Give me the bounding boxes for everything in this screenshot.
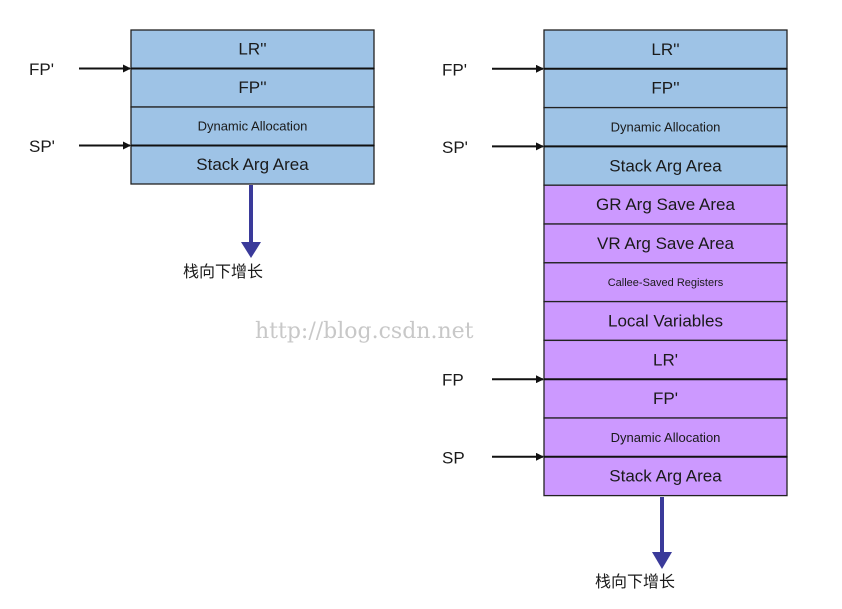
left-stack-cell-label: FP'': [238, 78, 266, 97]
right-stack-cell-label: Callee-Saved Registers: [608, 277, 724, 289]
right-stack-cell-label: FP': [653, 389, 678, 408]
left-growth-label: 栈向下增长: [183, 262, 263, 281]
right-stack-cell-label: Local Variables: [608, 311, 723, 330]
left-stack: LR'' FP'' Dynamic Allocation Stack Arg Area…: [29, 29, 375, 185]
right-stack-cell-label: Dynamic Allocation: [611, 430, 721, 445]
right-stack-cell-label: LR'': [651, 40, 679, 59]
left-growth-indicator: 栈向下增长: [183, 185, 263, 281]
right-stack: LR'' FP'' Dynamic Allocation Stack Arg Area…: [442, 29, 788, 497]
left-stack-cell-label: LR'': [238, 40, 266, 59]
right-stack-cell-label: Stack Arg Area: [609, 156, 722, 175]
left-growth-arrow-head: [241, 242, 261, 258]
right-growth-arrow-head: [652, 552, 672, 569]
right-growth-indicator: 栈向下增长: [595, 497, 675, 591]
right-stack-cell-label: LR': [653, 350, 678, 369]
right-stack-cell-label: VR Arg Save Area: [597, 234, 735, 253]
right-stack-cell-label: FP'': [651, 79, 679, 98]
right-growth-label: 栈向下增长: [595, 572, 675, 591]
stack-frame-diagram: http://blog.csdn.net LR'' FP'' Dynamic All…: [29, 29, 788, 591]
right-stack-cell-label: Dynamic Allocation: [611, 119, 721, 134]
left-stack-pointer-label: SP': [29, 137, 55, 156]
left-stack-pointer-label: FP': [29, 60, 54, 79]
right-stack-pointer-label: FP: [442, 371, 464, 390]
right-stack-cell-label: GR Arg Save Area: [596, 195, 735, 214]
right-stack-pointer-label: SP: [442, 448, 465, 467]
left-stack-cell-label: Dynamic Allocation: [198, 119, 308, 134]
left-stack-cell-label: Stack Arg Area: [196, 155, 309, 174]
right-stack-cell-label: Stack Arg Area: [609, 467, 722, 486]
right-stack-pointer-label: FP': [442, 60, 467, 79]
watermark-text: http://blog.csdn.net: [255, 319, 474, 344]
right-stack-pointer-label: SP': [442, 138, 468, 157]
